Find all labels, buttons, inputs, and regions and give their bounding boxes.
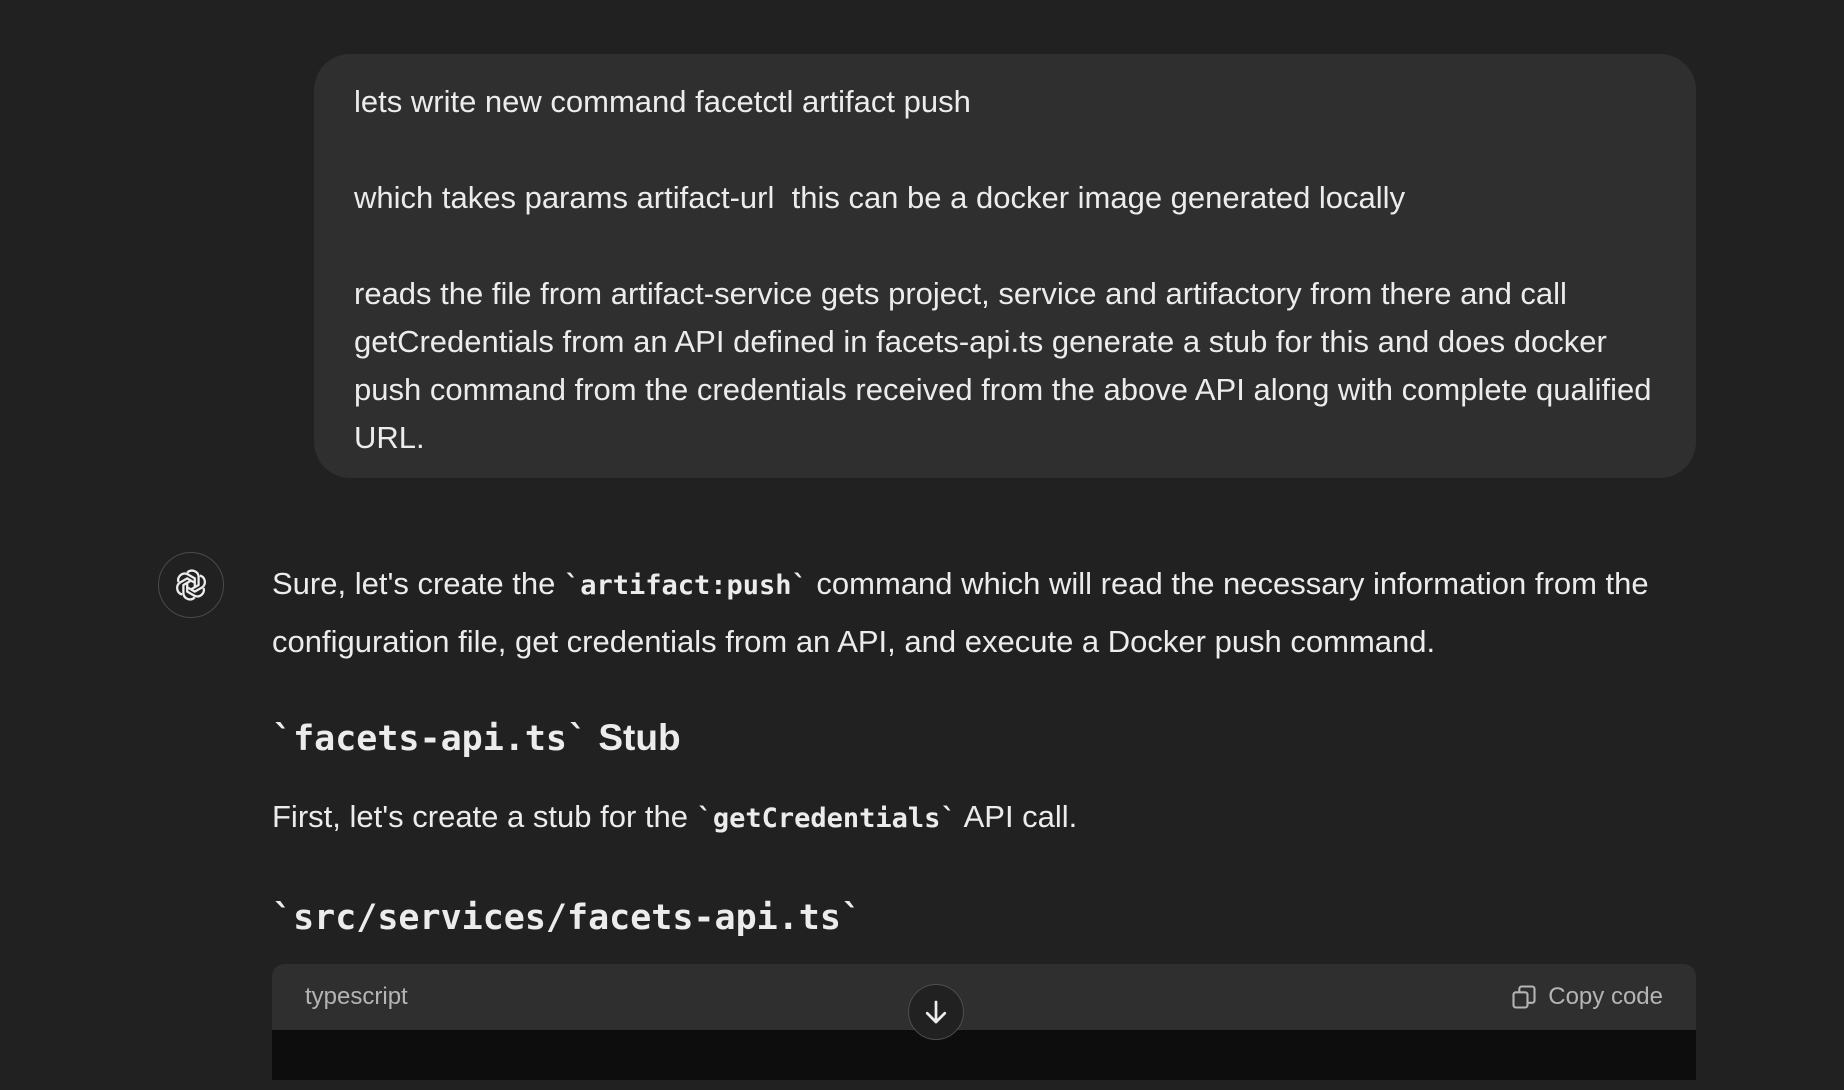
code-block: typescript Copy code bbox=[272, 964, 1696, 1090]
code-block-header: typescript Copy code bbox=[272, 964, 1696, 1030]
assistant-avatar bbox=[158, 552, 224, 618]
inline-code-artifact-push: `artifact:push` bbox=[563, 570, 808, 601]
assistant-paragraph-stub: First, let's create a stub for the `getC… bbox=[272, 789, 1696, 847]
heading-code: `src/services/facets-api.ts` bbox=[272, 898, 863, 938]
user-message-bubble: lets write new command facetctl artifact… bbox=[314, 54, 1696, 478]
copy-icon bbox=[1512, 985, 1536, 1009]
viewport-bottom-edge bbox=[0, 1080, 1844, 1090]
openai-logo-icon bbox=[176, 569, 206, 601]
section-heading-file-path: `src/services/facets-api.ts` bbox=[272, 889, 1696, 946]
copy-code-label: Copy code bbox=[1548, 983, 1663, 1010]
heading-text: Stub bbox=[588, 717, 681, 758]
user-message-paragraph: lets write new command facetctl artifact… bbox=[354, 84, 971, 119]
chat-page: lets write new command facetctl artifact… bbox=[0, 0, 1844, 1090]
user-message-paragraph: which takes params artifact-url this can… bbox=[354, 180, 1406, 215]
arrow-down-icon bbox=[925, 1000, 947, 1024]
scroll-to-bottom-button[interactable] bbox=[908, 984, 964, 1040]
assistant-message: Sure, let's create the `artifact:push` c… bbox=[272, 556, 1696, 946]
user-message-paragraph: reads the file from artifact-service get… bbox=[354, 276, 1661, 455]
para2-text-before: First, let's create a stub for the bbox=[272, 799, 697, 834]
code-language-label: typescript bbox=[305, 983, 408, 1010]
inline-code-getcredentials: `getCredentials` bbox=[696, 803, 957, 834]
para2-text-after: API call. bbox=[956, 799, 1078, 834]
section-heading-facets-api-stub: `facets-api.ts` Stub bbox=[272, 710, 1696, 767]
heading-code: `facets-api.ts` bbox=[272, 719, 589, 759]
assistant-intro-paragraph: Sure, let's create the `artifact:push` c… bbox=[272, 556, 1696, 670]
copy-code-button[interactable]: Copy code bbox=[1510, 983, 1663, 1011]
intro-text-before: Sure, let's create the bbox=[272, 566, 564, 601]
